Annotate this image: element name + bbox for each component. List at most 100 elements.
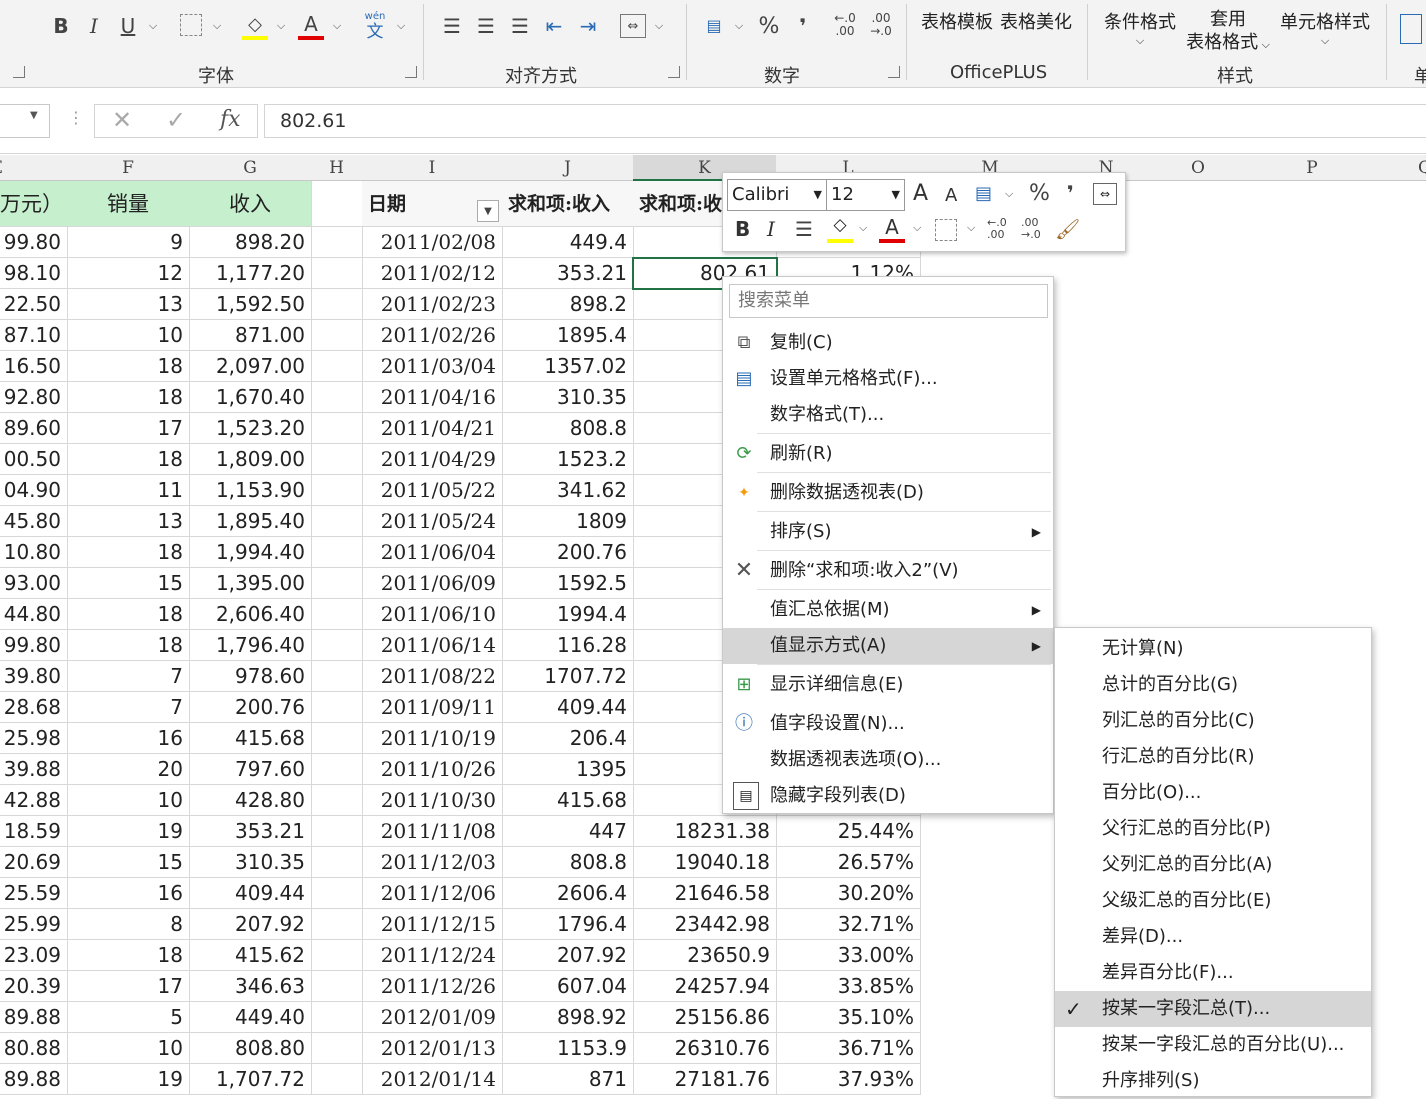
cell-date[interactable]: 2011/05/22	[362, 475, 503, 506]
menu-item-show-values-as[interactable]: 值显示方式(A) ▶	[723, 628, 1053, 664]
cell-qty[interactable]: 10	[67, 785, 190, 816]
cell-amount[interactable]: 25.99	[0, 909, 68, 940]
column-header-f[interactable]: F	[67, 155, 190, 181]
menu-item-copy[interactable]: ⧉ 复制(C)	[723, 325, 1053, 361]
menu-search-input[interactable]: 搜索菜单	[729, 284, 1048, 318]
cell-date[interactable]: 2011/05/24	[362, 506, 503, 537]
cell-qty[interactable]: 5	[67, 1002, 190, 1033]
align-left-icon[interactable]: ☰	[440, 14, 464, 38]
cell-qty[interactable]: 18	[67, 940, 190, 971]
cell-amount[interactable]: 89.88	[0, 1064, 68, 1095]
cell-pct[interactable]: 37.93%	[776, 1064, 921, 1095]
cell-h[interactable]	[311, 382, 363, 413]
cell-sum-revenue[interactable]: 206.4	[502, 723, 634, 754]
cell-date[interactable]: 2011/10/26	[362, 754, 503, 785]
cell-sum-revenue[interactable]: 1357.02	[502, 351, 634, 382]
cell-date[interactable]: 2011/02/08	[362, 227, 503, 258]
cell-sum-revenue[interactable]: 409.44	[502, 692, 634, 723]
header-cell-amount[interactable]: 万元）	[0, 181, 68, 227]
cell-pct[interactable]: 26.57%	[776, 847, 921, 878]
menu-item-number-format[interactable]: 数字格式(T)...	[723, 397, 1053, 433]
cell-revenue[interactable]: 207.92	[189, 909, 312, 940]
cell-revenue[interactable]: 428.80	[189, 785, 312, 816]
cell-date[interactable]: 2011/06/10	[362, 599, 503, 630]
menu-item-delete-pivot[interactable]: ✦ 删除数据透视表(D)	[723, 475, 1053, 511]
cell-style-button[interactable]: 单元格样式 ⌵	[1276, 8, 1374, 48]
cancel-icon[interactable]: ✕	[112, 106, 132, 134]
cell-h[interactable]	[311, 258, 363, 289]
cell-qty[interactable]: 16	[67, 723, 190, 754]
phonetic-dropdown-icon[interactable]: ⌵	[394, 14, 408, 38]
increase-indent-icon[interactable]: ⇥	[576, 14, 600, 38]
cell-revenue[interactable]: 200.76	[189, 692, 312, 723]
fill-color-icon[interactable]: ◇	[242, 12, 268, 40]
submenu-item-pct-difference[interactable]: 差异百分比(F)...	[1055, 955, 1371, 991]
cell-sum-revenue[interactable]: 1592.5	[502, 568, 634, 599]
cell-amount[interactable]: 39.88	[0, 754, 68, 785]
merge-dropdown-icon[interactable]: ⌵	[652, 14, 666, 38]
cell-sum-revenue2[interactable]: 25156.86	[633, 1002, 777, 1033]
cell-date[interactable]: 2011/12/06	[362, 878, 503, 909]
cell-amount[interactable]: 04.90	[0, 475, 68, 506]
cell-sum-revenue[interactable]: 449.4	[502, 227, 634, 258]
cell-revenue[interactable]: 797.60	[189, 754, 312, 785]
cell-date[interactable]: 2011/06/14	[362, 630, 503, 661]
cell-pct[interactable]: 35.10%	[776, 1002, 921, 1033]
percent-button[interactable]: %	[756, 12, 782, 40]
font-dialog-launcher-icon[interactable]	[13, 66, 25, 78]
cell-sum-revenue[interactable]: 310.35	[502, 382, 634, 413]
cell-qty[interactable]: 18	[67, 537, 190, 568]
cell-amount[interactable]: 00.50	[0, 444, 68, 475]
cell-qty[interactable]: 20	[67, 754, 190, 785]
cell-amount[interactable]: 87.10	[0, 320, 68, 351]
submenu-item-pct-row-total[interactable]: 行汇总的百分比(R)	[1055, 739, 1371, 775]
cell-amount[interactable]: 44.80	[0, 599, 68, 630]
cell-revenue[interactable]: 415.68	[189, 723, 312, 754]
cell-sum-revenue2[interactable]: 23442.98	[633, 909, 777, 940]
cell-date[interactable]: 2012/01/13	[362, 1033, 503, 1064]
align-right-icon[interactable]: ☰	[508, 14, 532, 38]
cell-date[interactable]: 2011/12/03	[362, 847, 503, 878]
cell-sum-revenue2[interactable]: 18231.38	[633, 816, 777, 847]
cell-qty[interactable]: 19	[67, 1064, 190, 1095]
menu-item-summarize-by[interactable]: 值汇总依据(M) ▶	[723, 592, 1053, 628]
cell-qty[interactable]: 15	[67, 568, 190, 599]
percent-icon[interactable]: %	[1029, 181, 1050, 206]
increase-decimal-icon[interactable]: ←.0.00	[987, 217, 1007, 241]
fill-color-dropdown-icon[interactable]: ⌵	[859, 221, 867, 235]
cell-date[interactable]: 2011/04/16	[362, 382, 503, 413]
filter-dropdown-icon[interactable]: ▼	[477, 200, 499, 222]
apply-table-format-button[interactable]: 套用 表格格式 ⌵	[1180, 8, 1276, 56]
cell-h[interactable]	[311, 816, 363, 847]
cell-sum-revenue[interactable]: 808.8	[502, 413, 634, 444]
cell-h[interactable]	[311, 351, 363, 382]
cell-sum-revenue[interactable]: 1994.4	[502, 599, 634, 630]
accounting-dropdown-icon[interactable]: ⌵	[732, 14, 746, 38]
cell-date[interactable]: 2011/06/09	[362, 568, 503, 599]
cell-revenue[interactable]: 1,523.20	[189, 413, 312, 444]
font-color-icon[interactable]: A	[879, 215, 905, 243]
cell-pct[interactable]: 32.71%	[776, 909, 921, 940]
cell-h[interactable]	[311, 320, 363, 351]
cell-date[interactable]: 2011/12/24	[362, 940, 503, 971]
fill-color-icon[interactable]: ◇	[827, 215, 853, 243]
cell-h[interactable]	[311, 413, 363, 444]
cell-h[interactable]	[311, 444, 363, 475]
column-header-i[interactable]: I	[362, 155, 503, 181]
cell-sum-revenue[interactable]: 2606.4	[502, 878, 634, 909]
cell-date[interactable]: 2011/02/23	[362, 289, 503, 320]
cell-h[interactable]	[311, 878, 363, 909]
cell-amount[interactable]: 42.88	[0, 785, 68, 816]
cell-revenue[interactable]: 1,592.50	[189, 289, 312, 320]
font-size-select[interactable]: 12 ▼	[827, 179, 905, 211]
underline-dropdown-icon[interactable]: ⌵	[146, 14, 160, 38]
cell-pct[interactable]: 33.85%	[776, 971, 921, 1002]
cell-qty[interactable]: 9	[67, 227, 190, 258]
number-dialog-launcher-icon[interactable]	[888, 66, 900, 78]
border-button[interactable]	[180, 14, 202, 36]
cell-sum-revenue2[interactable]: 27181.76	[633, 1064, 777, 1095]
submenu-item-running-total[interactable]: ✓ 按某一字段汇总(T)...	[1055, 991, 1371, 1027]
cell-amount[interactable]: 45.80	[0, 506, 68, 537]
font-name-select[interactable]: Calibri ▼	[727, 179, 827, 211]
cell-h[interactable]	[311, 289, 363, 320]
